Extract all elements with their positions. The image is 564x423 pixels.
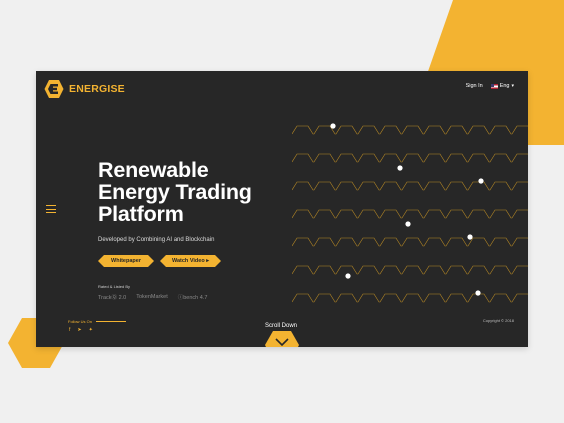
partner-logo-trackico[interactable]: TrackⓆ 2.0: [98, 293, 126, 301]
pattern-node: [330, 123, 336, 129]
pattern-line: [292, 181, 528, 191]
pattern-line: [292, 237, 528, 247]
pattern-line: [292, 209, 528, 219]
pattern-node: [405, 221, 411, 227]
us-flag-icon: [490, 83, 498, 89]
language-selector[interactable]: Eng ▾: [490, 83, 514, 89]
chevron-down-icon: ▾: [511, 83, 514, 89]
pattern-node: [345, 273, 351, 279]
whitepaper-button[interactable]: Whitepaper: [98, 255, 154, 267]
scroll-down-label: Scroll Down: [265, 323, 298, 329]
language-label: Eng: [499, 83, 510, 89]
hero-headline: Renewable Energy Trading Platform: [98, 159, 252, 225]
partner-logo-tokenmarket[interactable]: TokenMarket: [136, 294, 168, 300]
follow-us-label: Follow Us On: [68, 319, 93, 324]
partner-logos: TrackⓆ 2.0 TokenMarket ⓘbench 4.7: [98, 293, 207, 301]
pattern-node: [475, 290, 481, 296]
social-links: f ➤ ✦: [69, 327, 93, 333]
headline-line: Renewable: [98, 158, 209, 182]
hamburger-menu-icon[interactable]: [46, 205, 56, 216]
pattern-node: [397, 165, 403, 171]
pattern-node: [467, 234, 473, 240]
headline-line: Energy Trading: [98, 180, 252, 204]
scroll-down-button[interactable]: [265, 331, 299, 347]
pattern-line: [292, 125, 528, 135]
pattern-node: [478, 178, 484, 184]
energise-logo-icon: [44, 80, 64, 98]
telegram-icon[interactable]: ➤: [77, 327, 81, 333]
pattern-line: [292, 265, 528, 275]
partner-logo-icobench[interactable]: ⓘbench 4.7: [178, 293, 208, 301]
facebook-icon[interactable]: f: [69, 327, 70, 333]
hexagon-network-pattern: [292, 123, 528, 303]
rated-listed-label: Rated & Listed By: [98, 284, 131, 289]
watch-video-button[interactable]: Watch Video ▸: [160, 255, 221, 267]
copyright-text: Copyright © 2018: [482, 318, 514, 323]
brand-logo[interactable]: ENERGISE: [44, 79, 125, 99]
sign-in-link[interactable]: Sign In: [466, 83, 483, 89]
headline-line: Platform: [98, 202, 184, 226]
pattern-line: [292, 293, 528, 303]
hero-subtitle: Developed by Combining AI and Blockchain: [98, 237, 215, 243]
twitter-icon[interactable]: ✦: [89, 327, 93, 333]
follow-us: Follow Us On: [68, 319, 127, 324]
pattern-line: [292, 153, 528, 163]
divider: [96, 321, 127, 322]
brand-name: ENERGISE: [69, 83, 125, 95]
landing-page-window: ENERGISE Sign In Eng ▾ Renewable Energy …: [36, 71, 528, 347]
top-nav: Sign In Eng ▾: [466, 83, 514, 89]
